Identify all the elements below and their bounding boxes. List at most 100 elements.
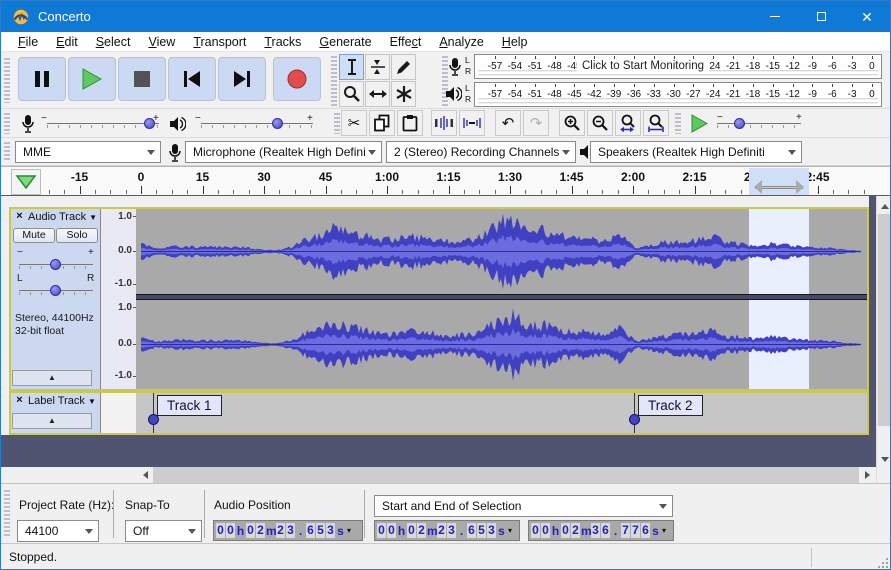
play-at-speed-grip[interactable] [675,113,681,134]
mute-button[interactable]: Mute [13,228,55,243]
meter-tick [674,56,675,59]
play-at-speed-button[interactable] [685,110,713,136]
time-field-dropdown-icon[interactable]: ▾ [662,526,666,535]
skip-to-end-button[interactable] [218,57,266,101]
meter-tick [555,84,556,87]
collapse-track-button[interactable]: ▲ [12,370,92,386]
audio-track-title[interactable]: Audio Track ▼ [28,211,97,223]
trim-audio-button[interactable] [431,110,457,136]
edit-toolbar-grip[interactable] [334,113,340,134]
menu-item-transport[interactable]: Transport [184,35,255,49]
playback-volume-slider[interactable] [201,123,313,124]
envelope-tool-button[interactable] [365,54,390,80]
tools-toolbar-grip[interactable] [331,56,337,106]
time-field-dropdown-icon[interactable]: ▾ [347,526,351,535]
mixer-toolbar-grip[interactable] [4,113,10,134]
recording-channels-select[interactable]: 2 (Stereo) Recording Channels [386,141,576,163]
vertical-scrollbar[interactable] [876,196,891,483]
waveform-area[interactable] [136,209,867,389]
cut-button[interactable]: ✂ [341,110,367,136]
fit-selection-button[interactable] [615,110,641,136]
vertical-scrollbar-thumb[interactable] [878,214,891,426]
menu-item-tracks[interactable]: Tracks [255,35,310,49]
menu-item-edit[interactable]: Edit [47,35,87,49]
play-button[interactable] [68,57,116,101]
scroll-left-button[interactable] [137,467,153,483]
transport-toolbar-grip[interactable] [4,58,10,103]
menu-item-file[interactable]: File [9,35,47,49]
timeline-tick [864,190,865,194]
project-rate-select[interactable]: 44100 [17,520,99,542]
menu-item-generate[interactable]: Generate [310,35,380,49]
maximize-button[interactable] [798,1,844,32]
timeshift-tool-button[interactable] [365,81,390,107]
audio-position-field[interactable]: 00h02m23.653s▾ [213,520,363,541]
audio-host-select[interactable]: MME [15,141,161,163]
paste-button[interactable] [397,110,423,136]
waveform-channel-right[interactable] [136,300,867,389]
copy-button[interactable] [369,110,395,136]
multi-tool-button[interactable] [391,81,416,107]
time-field-char: 3 [447,523,456,538]
device-toolbar-grip[interactable] [4,142,10,162]
recording-meter[interactable]: -57-54-51-48-45-42-39-36-33-30-27-24-21-… [474,54,882,79]
selection-toolbar-grip[interactable] [4,490,10,538]
resize-grip[interactable] [877,557,888,568]
label-text-box[interactable]: Track 1 [157,395,222,416]
play-speed-slider[interactable] [717,123,801,124]
undo-button[interactable]: ↶ [495,110,521,136]
vertical-scale-ruler[interactable]: 1.0 0.0 -1.0 1.0 0.0 -1.0 [101,209,136,389]
menu-item-view[interactable]: View [139,35,184,49]
horizontal-scrollbar[interactable] [1,467,876,483]
skip-to-start-button[interactable] [168,57,216,101]
menu-item-help[interactable]: Help [493,35,537,49]
selection-end-field[interactable]: 00h02m36.776s▾ [528,520,674,541]
meter-tick [594,84,595,87]
label-track-title[interactable]: Label Track ▼ [28,395,96,407]
recording-volume-slider[interactable] [47,123,159,124]
silence-audio-button[interactable] [459,110,485,136]
redo-button[interactable]: ↷ [523,110,549,136]
stop-button[interactable] [118,57,166,101]
timeline-options-button[interactable] [11,169,41,195]
waveform-channel-left[interactable] [136,209,867,294]
time-field-dropdown-icon[interactable]: ▾ [508,526,512,535]
scroll-up-button[interactable] [877,198,891,214]
playback-volume-thumb[interactable] [272,118,283,129]
meter-tick [812,56,813,59]
timeline-ruler[interactable]: -1501530451:001:151:301:452:002:152:302:… [1,166,890,196]
gain-slider-thumb[interactable] [50,259,61,270]
selection-tool-button[interactable] [339,54,364,80]
close-track-button[interactable]: × [13,210,26,224]
playback-device-select[interactable]: Speakers (Realtek High Definiti [590,141,802,163]
label-track: × Label Track ▼ ▲ Track 1 Track 2 [9,391,869,435]
minimize-button[interactable] [752,1,798,32]
solo-button[interactable]: Solo [56,228,98,243]
fit-project-button[interactable] [643,110,669,136]
zoom-tool-button[interactable] [339,81,364,107]
pan-slider-thumb[interactable] [50,285,61,296]
scroll-right-button[interactable] [859,467,875,483]
selection-mode-select[interactable]: Start and End of Selection [374,495,673,517]
label-track-content[interactable]: Track 1 Track 2 [136,393,867,433]
label-text-box[interactable]: Track 2 [638,395,703,416]
collapse-track-button[interactable]: ▲ [12,413,92,429]
menu-item-analyze[interactable]: Analyze [430,35,492,49]
playback-meter[interactable]: -57-54-51-48-45-42-39-36-33-30-27-24-21-… [474,82,882,107]
close-button[interactable]: ✕ [844,1,890,32]
horizontal-scrollbar-thumb[interactable] [153,467,859,483]
zoom-out-button[interactable] [587,110,613,136]
menu-item-effect[interactable]: Effect [381,35,431,49]
selection-start-field[interactable]: 00h02m23.653s▾ [374,520,520,541]
zoom-in-button[interactable] [559,110,585,136]
play-speed-thumb[interactable] [734,118,745,129]
scroll-down-button[interactable] [877,451,891,467]
timeline-selection[interactable] [749,168,809,195]
menu-item-select[interactable]: Select [87,35,140,49]
recording-device-select[interactable]: Microphone (Realtek High Defini [185,141,382,163]
close-track-button[interactable]: × [13,394,26,408]
snap-to-select[interactable]: Off [125,520,202,542]
draw-tool-button[interactable] [391,54,416,80]
pause-button[interactable] [18,57,66,101]
record-button[interactable] [273,57,321,101]
